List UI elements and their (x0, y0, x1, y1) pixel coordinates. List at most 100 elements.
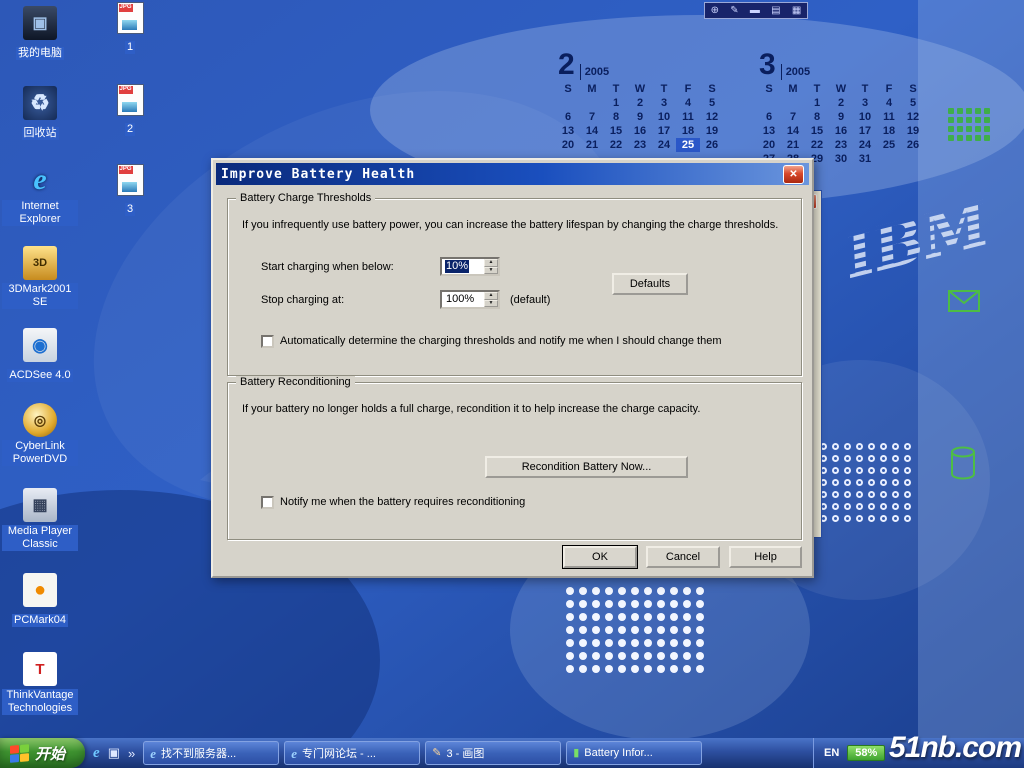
language-indicator[interactable]: EN (824, 747, 839, 759)
calendar-day[interactable]: 4 (676, 96, 700, 110)
desktop-icon-thinkvantage[interactable]: TThinkVantage Technologies (2, 652, 78, 716)
crosshair-icon[interactable]: ⊕ (711, 6, 719, 16)
green-grid-icon (946, 106, 991, 142)
calendar-day[interactable]: 3 (853, 96, 877, 110)
calendar-day[interactable]: 13 (757, 124, 781, 138)
taskbar-task-4[interactable]: ▮Battery Infor... (566, 741, 702, 765)
defaults-button[interactable]: Defaults (612, 273, 688, 295)
calendar-day[interactable]: 10 (853, 110, 877, 124)
calendar-day[interactable]: 23 (628, 138, 652, 152)
stop-charging-spinner[interactable]: 100% ▲ ▼ (440, 290, 500, 309)
calendar-day[interactable]: 21 (580, 138, 604, 152)
spin-down-icon[interactable]: ▼ (484, 300, 498, 308)
calendar-day[interactable]: 2 (829, 96, 853, 110)
calendar-day-header: S (556, 82, 580, 96)
calendar-day[interactable]: 16 (628, 124, 652, 138)
slider-icon[interactable]: ▬ (750, 6, 760, 16)
calendar-day[interactable]: 1 (805, 96, 829, 110)
desktop-icon-jpg-3[interactable]: JPG3 (92, 164, 168, 217)
desktop-icon-acdsee[interactable]: ◉ACDSee 4.0 (2, 328, 78, 383)
calendar-day[interactable]: 24 (853, 138, 877, 152)
stop-charging-value[interactable]: 100% (445, 293, 475, 306)
calendar-day[interactable]: 24 (652, 138, 676, 152)
close-icon[interactable]: ✕ (783, 165, 804, 184)
desktop-icon-ie[interactable]: eInternet Explorer (2, 163, 78, 227)
calendar-day[interactable]: 6 (556, 110, 580, 124)
calendar-day[interactable]: 26 (700, 138, 724, 152)
calendar-day[interactable]: 21 (781, 138, 805, 152)
spin-down-icon[interactable]: ▼ (484, 267, 498, 275)
calendar-day[interactable]: 14 (781, 124, 805, 138)
calendar-day[interactable]: 4 (877, 96, 901, 110)
show-desktop-icon[interactable]: ▣ (108, 745, 120, 761)
chevron-icon[interactable]: » (128, 746, 135, 761)
calendar-day[interactable]: 8 (604, 110, 628, 124)
desktop-icon-3dmark[interactable]: 3D3DMark2001 SE (2, 246, 78, 310)
calendar-day[interactable]: 10 (652, 110, 676, 124)
calendar-day[interactable]: 5 (700, 96, 724, 110)
calendar-day[interactable]: 15 (805, 124, 829, 138)
calendar-day[interactable]: 20 (556, 138, 580, 152)
calendar-day[interactable]: 18 (877, 124, 901, 138)
taskbar-task-3[interactable]: ✎3 - 画图 (425, 741, 561, 765)
taskbar-task-1[interactable]: e找不到服务器... (143, 741, 279, 765)
calendar-day[interactable]: 9 (628, 110, 652, 124)
calendar-day[interactable]: 7 (580, 110, 604, 124)
calendar-day[interactable]: 26 (901, 138, 925, 152)
calendar-day[interactable]: 31 (853, 152, 877, 166)
calendar-day[interactable]: 23 (829, 138, 853, 152)
calendar-day[interactable]: 22 (604, 138, 628, 152)
calendar-day[interactable]: 6 (757, 110, 781, 124)
calendar-day[interactable]: 16 (829, 124, 853, 138)
keyboard-icon[interactable]: ▦ (792, 6, 801, 16)
calendar-day[interactable]: 19 (901, 124, 925, 138)
dialog-titlebar[interactable]: Improve Battery Health ✕ (216, 163, 809, 185)
calendar-day[interactable]: 2 (628, 96, 652, 110)
display-icon[interactable]: ▤ (771, 6, 780, 16)
calendar-day[interactable]: 25 (676, 138, 700, 152)
calendar-day[interactable]: 11 (877, 110, 901, 124)
calendar-day[interactable]: 8 (805, 110, 829, 124)
notify-reconditioning-checkbox[interactable] (261, 496, 274, 509)
calendar-day[interactable]: 18 (676, 124, 700, 138)
cancel-button[interactable]: Cancel (646, 546, 720, 568)
pen-icon[interactable]: ✎ (730, 6, 738, 16)
start-charging-value[interactable]: 10% (445, 260, 469, 273)
calendar-day[interactable]: 22 (805, 138, 829, 152)
calendar-day[interactable]: 7 (781, 110, 805, 124)
calendar-day[interactable]: 17 (652, 124, 676, 138)
desktop-icon-mpc[interactable]: ▦Media Player Classic (2, 488, 78, 552)
recondition-battery-button[interactable]: Recondition Battery Now... (485, 456, 688, 478)
calendar-day[interactable]: 3 (652, 96, 676, 110)
calendar-day[interactable]: 14 (580, 124, 604, 138)
desktop-icon-powerdvd[interactable]: ◎CyberLink PowerDVD (2, 403, 78, 467)
desktop-icon-pcmark[interactable]: ●PCMark04 (2, 573, 78, 628)
desktop-icon-jpg-2[interactable]: JPG2 (92, 84, 168, 137)
calendar-day[interactable]: 12 (700, 110, 724, 124)
taskbar-task-2[interactable]: e专门网论坛 - ... (284, 741, 420, 765)
battery-tray-indicator[interactable]: 58% (847, 745, 885, 761)
start-charging-spinner[interactable]: 10% ▲ ▼ (440, 257, 500, 276)
calendar-day[interactable]: 25 (877, 138, 901, 152)
spin-up-icon[interactable]: ▲ (484, 259, 498, 267)
calendar-day[interactable]: 13 (556, 124, 580, 138)
calendar-day[interactable]: 5 (901, 96, 925, 110)
calendar-day[interactable]: 12 (901, 110, 925, 124)
auto-determine-checkbox[interactable] (261, 335, 274, 348)
calendar-day[interactable]: 17 (853, 124, 877, 138)
ie-quicklaunch-icon[interactable]: e (93, 745, 100, 762)
spin-up-icon[interactable]: ▲ (484, 292, 498, 300)
desktop-icon-my-computer[interactable]: ▣我的电脑 (2, 6, 78, 61)
calendar-day[interactable]: 19 (700, 124, 724, 138)
start-button[interactable]: 开始 (0, 738, 85, 768)
calendar-day[interactable]: 15 (604, 124, 628, 138)
calendar-day[interactable]: 11 (676, 110, 700, 124)
calendar-day[interactable]: 30 (829, 152, 853, 166)
calendar-day[interactable]: 1 (604, 96, 628, 110)
desktop-icon-recycle-bin[interactable]: ♻回收站 (2, 86, 78, 141)
calendar-day[interactable]: 20 (757, 138, 781, 152)
ok-button[interactable]: OK (563, 546, 637, 568)
desktop-icon-jpg-1[interactable]: JPG1 (92, 2, 168, 55)
help-button[interactable]: Help (729, 546, 802, 568)
calendar-day[interactable]: 9 (829, 110, 853, 124)
